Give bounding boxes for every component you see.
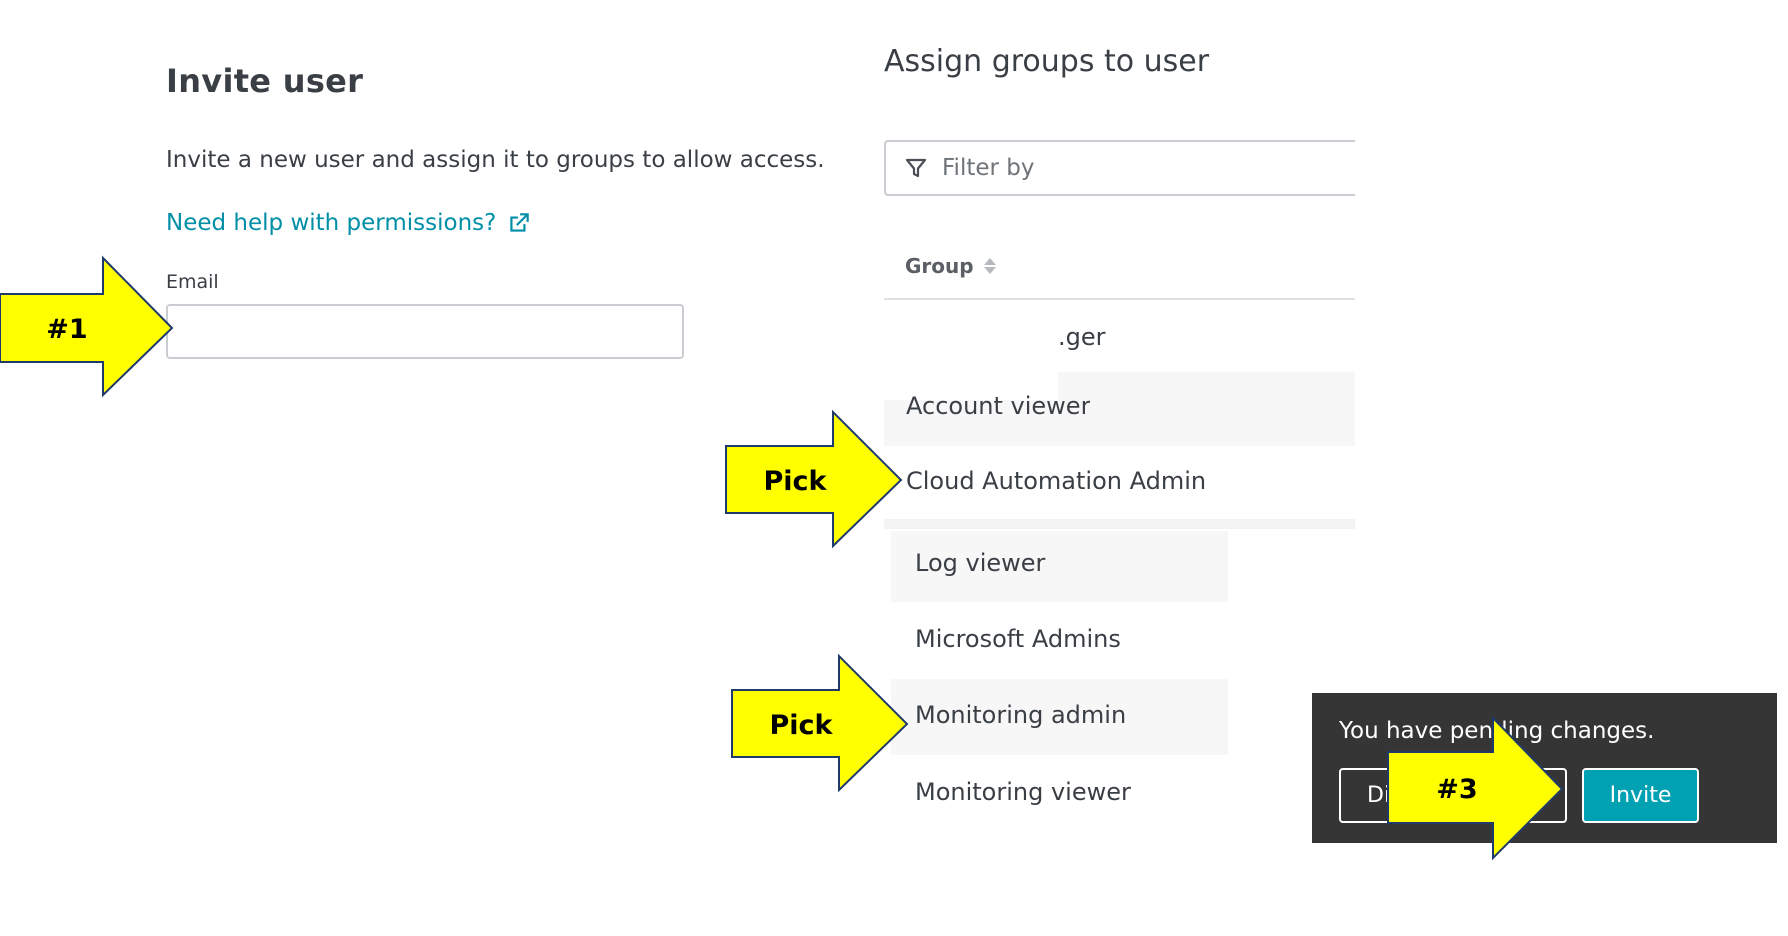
help-permissions-link[interactable]: Need help with permissions?	[166, 210, 532, 236]
callout-label-email: #1	[46, 314, 87, 345]
callout-arrow-pick-cloud: Pick	[725, 409, 903, 549]
assign-groups-title: Assign groups to user	[884, 44, 1210, 79]
row-separator	[884, 519, 1355, 529]
table-header-divider	[884, 298, 1355, 300]
page-title: Invite user	[166, 62, 364, 100]
group-column-header[interactable]: Group	[905, 254, 996, 278]
filter-icon	[905, 158, 927, 178]
callout-label-invite: #3	[1436, 774, 1477, 805]
callout-arrow-email: #1	[0, 255, 174, 398]
group-row-partial[interactable]: .ger	[1058, 323, 1106, 351]
group-row-log-viewer[interactable]: Log viewer	[915, 549, 1045, 577]
callout-arrow-invite: #3	[1387, 715, 1564, 861]
group-row-account-viewer[interactable]: Account viewer	[906, 392, 1090, 422]
callout-label-pick-first: Pick	[763, 466, 827, 497]
invite-button[interactable]: Invite	[1582, 768, 1699, 823]
email-field[interactable]	[166, 304, 684, 359]
page-description: Invite a new user and assign it to group…	[166, 147, 825, 173]
group-row-monitoring-admin[interactable]: Monitoring admin	[915, 701, 1126, 729]
group-column-label: Group	[905, 254, 974, 278]
help-link-label: Need help with permissions?	[166, 210, 497, 236]
group-row-microsoft-admins[interactable]: Microsoft Admins	[915, 625, 1121, 653]
group-row-cloud-automation-admin[interactable]: Cloud Automation Admin	[906, 467, 1206, 495]
callout-label-pick-second: Pick	[769, 710, 833, 741]
filter-input[interactable]	[942, 155, 1342, 181]
group-filter[interactable]	[884, 140, 1355, 196]
callout-arrow-pick-monitoring: Pick	[731, 653, 909, 793]
external-link-icon	[510, 213, 530, 232]
group-row-monitoring-viewer[interactable]: Monitoring viewer	[915, 778, 1131, 806]
sort-icon[interactable]	[983, 258, 996, 274]
